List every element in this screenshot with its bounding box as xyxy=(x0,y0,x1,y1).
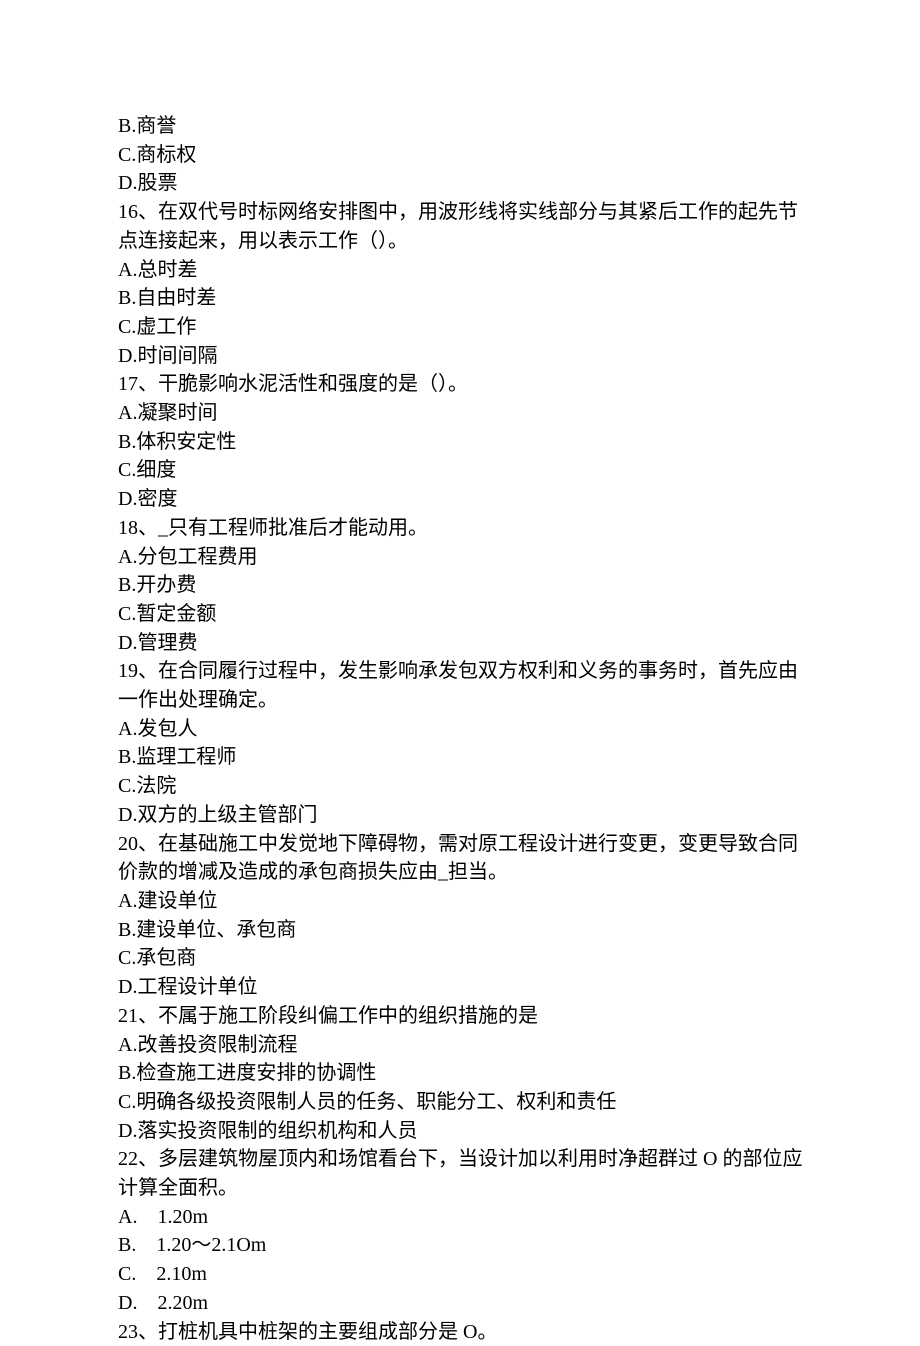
text-line: 22、多层建筑物屋顶内和场馆看台下，当设计加以利用时净超群过 O 的部位应计算全… xyxy=(118,1145,810,1202)
text-line: D.落实投资限制的组织机构和人员 xyxy=(118,1117,810,1146)
text-line: A.建设单位 xyxy=(118,887,810,916)
text-line: C.细度 xyxy=(118,456,810,485)
text-line: C.明确各级投资限制人员的任务、职能分工、权利和责任 xyxy=(118,1088,810,1117)
text-line: B.体积安定性 xyxy=(118,428,810,457)
text-line: 17、干脆影响水泥活性和强度的是（）。 xyxy=(118,370,810,399)
text-line: C.暂定金额 xyxy=(118,600,810,629)
text-line: A.发包人 xyxy=(118,715,810,744)
text-line: A.改善投资限制流程 xyxy=(118,1031,810,1060)
text-line: A. 1.20m xyxy=(118,1203,810,1232)
text-line: D.工程设计单位 xyxy=(118,973,810,1002)
text-line: B.建设单位、承包商 xyxy=(118,916,810,945)
text-line: C. 2.10m xyxy=(118,1260,810,1289)
text-line: A.凝聚时间 xyxy=(118,399,810,428)
text-line: D.股票 xyxy=(118,169,810,198)
text-line: B.检查施工进度安排的协调性 xyxy=(118,1059,810,1088)
text-line: D.密度 xyxy=(118,485,810,514)
text-line: B.开办费 xyxy=(118,571,810,600)
text-line: C.法院 xyxy=(118,772,810,801)
text-line: D. 2.20m xyxy=(118,1289,810,1318)
text-line: 18、_只有工程师批准后才能动用。 xyxy=(118,514,810,543)
text-line: 21、不属于施工阶段纠偏工作中的组织措施的是 xyxy=(118,1002,810,1031)
text-line: D.双方的上级主管部门 xyxy=(118,801,810,830)
text-line: C.虚工作 xyxy=(118,313,810,342)
text-line: 19、在合同履行过程中，发生影响承发包双方权利和义务的事务时，首先应由一作出处理… xyxy=(118,657,810,714)
text-line: B.自由时差 xyxy=(118,284,810,313)
text-line: B. 1.20～2.1Om xyxy=(118,1231,810,1260)
text-line: C.承包商 xyxy=(118,944,810,973)
text-line: B.商誉 xyxy=(118,112,810,141)
document-page: B.商誉C.商标权D.股票16、在双代号时标网络安排图中，用波形线将实线部分与其… xyxy=(0,0,920,1346)
text-line: D.管理费 xyxy=(118,629,810,658)
text-line: 16、在双代号时标网络安排图中，用波形线将实线部分与其紧后工作的起先节点连接起来… xyxy=(118,198,810,255)
text-line: B.监理工程师 xyxy=(118,743,810,772)
text-line: 23、打桩机具中桩架的主要组成部分是 O。 xyxy=(118,1318,810,1346)
text-line: A.分包工程费用 xyxy=(118,543,810,572)
text-line: D.时间间隔 xyxy=(118,342,810,371)
text-line: A.总时差 xyxy=(118,256,810,285)
text-line: 20、在基础施工中发觉地下障碍物，需对原工程设计进行变更，变更导致合同价款的增减… xyxy=(118,830,810,887)
text-line: C.商标权 xyxy=(118,141,810,170)
